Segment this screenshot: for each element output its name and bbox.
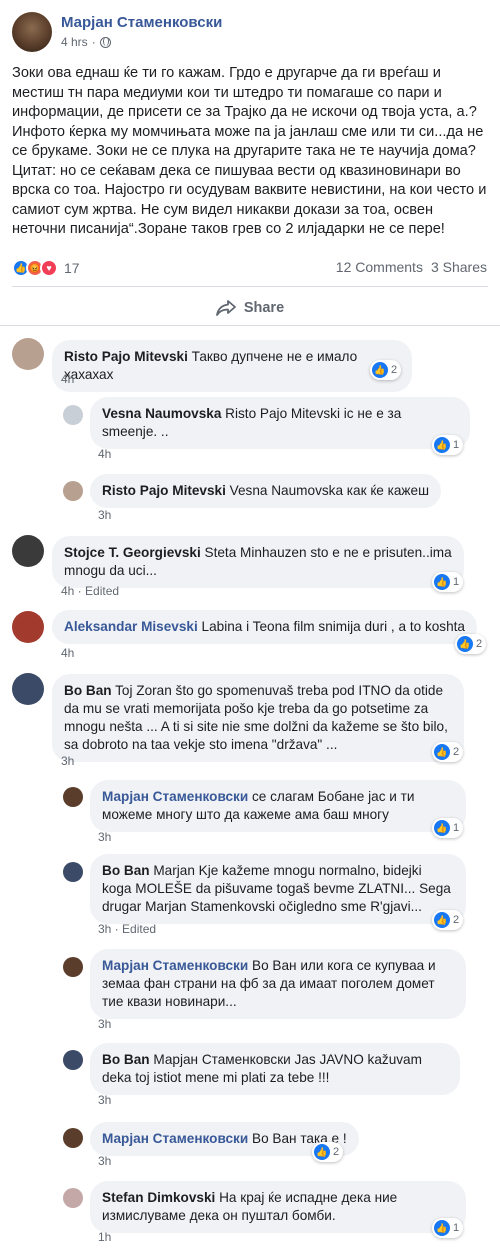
comment-bubble: Stojce T. Georgievski Steta Minhauzen st…: [52, 536, 464, 588]
commenter-avatar[interactable]: [63, 787, 83, 807]
like-icon: 👍: [434, 820, 450, 836]
reaction-count: 17: [64, 260, 80, 276]
commenter-avatar[interactable]: [63, 405, 83, 425]
comment-meta[interactable]: 3h: [61, 754, 74, 768]
comment-meta[interactable]: 3h: [98, 1154, 111, 1168]
comment-like-badge[interactable]: 👍 2: [312, 1142, 344, 1162]
commenter-avatar[interactable]: [63, 862, 83, 882]
comment-like-badge[interactable]: 👍 1: [432, 818, 464, 838]
commenter-name[interactable]: Risto Pajo Mitevski: [64, 349, 188, 364]
comment-meta[interactable]: 3h: [98, 1093, 111, 1107]
like-icon: 👍: [434, 574, 450, 590]
comment-text: Labina i Teona film snimija duri , a to …: [201, 619, 465, 634]
like-count: 1: [453, 822, 460, 834]
like-icon: 👍: [372, 362, 388, 378]
like-icon: 👍: [434, 912, 450, 928]
comment-bubble: Bo Ban Марјан Стаменковски Jas JAVNO kaž…: [90, 1043, 460, 1095]
comment-bubble: Bo Ban Toj Zoran što go spomenuvaš treba…: [52, 674, 464, 762]
commenter-avatar[interactable]: [12, 673, 44, 705]
comment-like-badge[interactable]: 👍 2: [432, 910, 464, 930]
comment-like-badge[interactable]: 👍 1: [432, 435, 464, 455]
commenter-avatar[interactable]: [63, 1128, 83, 1148]
commenter-name[interactable]: Risto Pajo Mitevski: [102, 483, 226, 498]
comment-meta[interactable]: 3h: [98, 508, 111, 522]
like-count: 2: [391, 364, 398, 376]
comment-text: Vesna Naumovska как ќе кажеш: [229, 483, 429, 498]
like-icon: 👍: [434, 437, 450, 453]
comment-text: Марјан Стаменковски Jas JAVNO kažuvam de…: [102, 1052, 422, 1085]
post-author-name[interactable]: Марјан Стаменковски: [61, 14, 222, 31]
commenter-avatar[interactable]: [12, 535, 44, 567]
post-meta: 4 hrs ·: [61, 35, 111, 49]
share-label: Share: [243, 300, 285, 316]
like-icon: 👍: [434, 744, 450, 760]
like-count: 1: [453, 439, 460, 451]
commenter-avatar[interactable]: [63, 1050, 83, 1070]
commenter-name[interactable]: Stefan Dimkovski: [102, 1190, 215, 1205]
comment-meta[interactable]: 3h · Edited: [98, 922, 156, 936]
comment-like-badge[interactable]: 👍 1: [432, 572, 464, 592]
comments-count-link[interactable]: 12 Comments: [336, 259, 423, 275]
like-count: 1: [453, 1222, 460, 1234]
comment-bubble: Марјан Стаменковски се слагам Бобане јас…: [90, 780, 466, 832]
commenter-name[interactable]: Марјан Стаменковски: [102, 1131, 248, 1146]
comment-meta[interactable]: 3h: [98, 830, 111, 844]
comment-text: Toj Zoran što go spomenuvaš treba pod IT…: [64, 683, 448, 752]
commenter-avatar[interactable]: [63, 481, 83, 501]
comment-bubble: Risto Pajo Mitevski Vesna Naumovska как …: [90, 474, 441, 508]
author-avatar[interactable]: [12, 12, 52, 52]
like-count: 2: [453, 914, 460, 926]
comment-meta[interactable]: 4h: [61, 646, 74, 660]
share-icon: [215, 300, 236, 316]
share-button[interactable]: Share: [0, 294, 500, 322]
commenter-name[interactable]: Stojce T. Georgievski: [64, 545, 201, 560]
like-icon: 👍: [434, 1220, 450, 1236]
like-icon: 👍: [457, 636, 473, 652]
shares-count-link[interactable]: 3 Shares: [431, 259, 487, 275]
love-reaction-icon: ♥: [40, 259, 58, 277]
comment-like-badge[interactable]: 👍 1: [432, 1218, 464, 1238]
divider: [12, 286, 488, 287]
comment-bubble: Bo Ban Marjan Kje kažeme mnogu normalno,…: [90, 854, 466, 924]
globe-icon[interactable]: [99, 36, 111, 48]
comment-like-badge[interactable]: 👍 2: [370, 360, 402, 380]
post-text: Зоки ова еднаш ќе ти го кажам. Грдо е др…: [12, 65, 487, 237]
engagement-counts: 12 Comments 3 Shares: [336, 259, 487, 275]
comment-bubble: Vesna Naumovska Risto Pajo Mitevski іс н…: [90, 397, 470, 449]
like-count: 2: [476, 638, 483, 650]
commenter-avatar[interactable]: [63, 1188, 83, 1208]
commenter-avatar[interactable]: [12, 338, 44, 370]
comment-bubble: Risto Pajo Mitevski Такво дупчене не е и…: [52, 340, 412, 392]
commenter-name[interactable]: Bo Ban: [64, 683, 112, 698]
like-icon: 👍: [314, 1144, 330, 1160]
divider: [0, 325, 500, 326]
reaction-summary[interactable]: 👍 😡 ♥ 17: [12, 259, 80, 277]
commenter-name[interactable]: Bo Ban: [102, 1052, 150, 1067]
comment-meta[interactable]: 3h: [98, 1017, 111, 1031]
comment-meta[interactable]: 4h · Edited: [61, 584, 119, 598]
like-count: 2: [333, 1146, 340, 1158]
commenter-name[interactable]: Bo Ban: [102, 863, 150, 878]
like-count: 1: [453, 576, 460, 588]
meta-separator: ·: [91, 35, 96, 49]
commenter-name[interactable]: Vesna Naumovska: [102, 406, 221, 421]
comment-bubble: Марјан Стаменковски Во Ван или кога се к…: [90, 949, 466, 1019]
comment-text: Marjan Kje kažeme mnogu normalno, bidejk…: [102, 863, 451, 914]
like-count: 2: [453, 746, 460, 758]
comment-meta[interactable]: 1h: [98, 1230, 111, 1244]
comment-bubble: Aleksandar Misevski Labina i Teona film …: [52, 610, 477, 644]
commenter-name[interactable]: Aleksandar Misevski: [64, 619, 198, 634]
commenter-name[interactable]: Марјан Стаменковски: [102, 958, 248, 973]
commenter-avatar[interactable]: [63, 957, 83, 977]
comment-meta[interactable]: 4h: [98, 447, 111, 461]
comment-bubble: Stefan Dimkovski На крај ќе испадне дека…: [90, 1181, 466, 1233]
post-time[interactable]: 4 hrs: [61, 35, 88, 49]
commenter-name[interactable]: Марјан Стаменковски: [102, 789, 248, 804]
comment-meta[interactable]: 4h: [61, 372, 74, 386]
comment-like-badge[interactable]: 👍 2: [432, 742, 464, 762]
comment-like-badge[interactable]: 👍 2: [455, 634, 487, 654]
commenter-avatar[interactable]: [12, 611, 44, 643]
